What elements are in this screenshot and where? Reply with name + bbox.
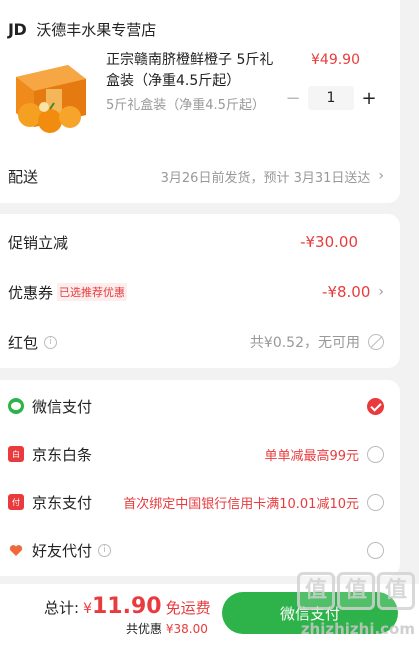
discount-value: -¥30.00 xyxy=(300,233,358,251)
store-name[interactable]: 沃德丰水果专营店 xyxy=(36,19,156,40)
coupon-row[interactable]: 优惠券 已选推荐优惠 -¥8.00 › xyxy=(8,280,384,304)
info-icon[interactable]: i xyxy=(98,543,112,557)
delivery-row[interactable]: 配送 3月26日前发货，预计 3月31日送达 › xyxy=(8,164,384,188)
wechat-pay-icon xyxy=(8,398,24,414)
radio-unselected[interactable] xyxy=(367,445,384,463)
watermark-logo: 值 值 值 xyxy=(297,572,415,610)
redpacket-value: 共¥0.52，无可用 xyxy=(249,335,360,351)
delivery-label: 配送 xyxy=(8,167,39,186)
payment-promo: 首次绑定中国银行信用卡满10.01减10元 xyxy=(123,496,359,512)
chevron-right-icon: › xyxy=(378,168,384,184)
payment-card: 微信支付 白 京东白条 单单减最高99元 付 京东支付 首次绑定中国银行信用卡满… xyxy=(0,380,400,576)
coupon-label: 优惠券 xyxy=(8,283,54,302)
watermark-glyph: 值 xyxy=(297,572,335,610)
product-title[interactable]: 正宗赣南脐橙鲜橙子 5斤礼盒装（净重4.5斤起） xyxy=(106,50,286,92)
quantity-stepper: − 1 + xyxy=(282,86,380,110)
free-shipping-label: 免运费 xyxy=(165,599,211,617)
product-image[interactable] xyxy=(10,57,90,137)
jd-pay-icon: 付 xyxy=(8,494,24,510)
payment-method-wechat[interactable]: 微信支付 xyxy=(8,394,384,418)
jd-baitiao-icon: 白 xyxy=(8,446,24,462)
total-price: ¥11.90 xyxy=(83,594,162,619)
payment-label: 京东支付 xyxy=(32,493,93,512)
radio-selected[interactable] xyxy=(367,397,384,415)
disabled-icon xyxy=(368,334,384,350)
delivery-value: 3月26日前发货，预计 3月31日送达 xyxy=(160,170,371,186)
payment-method-jdpay[interactable]: 付 京东支付 首次绑定中国银行信用卡满10.01减10元 xyxy=(8,490,384,514)
radio-unselected[interactable] xyxy=(367,493,384,511)
watermark-url: zhizhizhi.com xyxy=(300,620,415,638)
saving-line: 共优惠 ¥38.00 xyxy=(126,620,208,637)
jd-logo: JD xyxy=(8,19,27,39)
currency-symbol: ¥ xyxy=(83,601,92,617)
saving-prefix: 共优惠 xyxy=(126,622,163,636)
total-amount: 11.90 xyxy=(91,594,162,619)
decrease-button[interactable]: − xyxy=(282,88,304,109)
chevron-right-icon: › xyxy=(378,284,384,300)
payment-method-friend[interactable]: 好友代付 i xyxy=(8,538,384,562)
watermark-glyph: 值 xyxy=(377,572,415,610)
promotion-card: 促销立减 -¥30.00 优惠券 已选推荐优惠 -¥8.00 › 红包 i 共¥… xyxy=(0,214,400,368)
discount-row: 促销立减 -¥30.00 xyxy=(8,230,384,254)
friend-pay-icon xyxy=(8,542,24,558)
store-header[interactable]: JD 沃德丰水果专营店 xyxy=(8,14,384,44)
watermark-glyph: 值 xyxy=(337,572,375,610)
coupon-tag: 已选推荐优惠 xyxy=(57,283,128,301)
redpacket-label: 红包 xyxy=(8,333,39,352)
payment-promo: 单单减最高99元 xyxy=(264,448,359,464)
radio-unselected[interactable] xyxy=(367,541,384,559)
total-line: 总计: ¥11.90 免运费 xyxy=(44,594,211,619)
coupon-value: -¥8.00 xyxy=(322,283,371,301)
store-card: JD 沃德丰水果专营店 正宗赣南脐橙鲜橙子 5斤礼盒装（净重4.5斤起） 5斤礼… xyxy=(0,0,400,203)
product-spec[interactable]: 5斤礼盒装（净重4.5斤起） xyxy=(106,94,265,113)
quantity-field[interactable]: 1 xyxy=(308,86,354,110)
payment-method-baitiao[interactable]: 白 京东白条 单单减最高99元 xyxy=(8,442,384,466)
info-icon[interactable]: i xyxy=(44,335,58,349)
payment-label: 微信支付 xyxy=(32,397,93,416)
redpacket-row[interactable]: 红包 i 共¥0.52，无可用 xyxy=(8,330,384,354)
orange-box-image xyxy=(10,57,90,137)
payment-label: 好友代付 xyxy=(32,541,93,560)
payment-label: 京东白条 xyxy=(32,445,93,464)
watermark: 值 值 值 zhizhizhi.com xyxy=(290,566,419,651)
increase-button[interactable]: + xyxy=(358,88,380,109)
discount-label: 促销立减 xyxy=(8,233,69,252)
total-label: 总计: xyxy=(44,599,80,617)
product-price: ¥49.90 xyxy=(311,52,360,68)
saving-value: ¥38.00 xyxy=(165,622,208,636)
